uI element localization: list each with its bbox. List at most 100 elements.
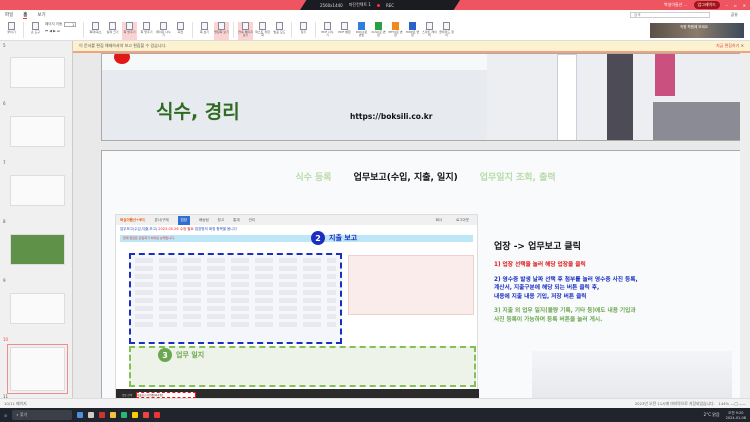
fit-width-button[interactable]: 폭 맞추기 <box>139 22 154 40</box>
pdf-split-icon <box>324 22 331 30</box>
page-thumbnail[interactable] <box>10 116 65 147</box>
heading-work-log: 업무일지 조회, 출력 <box>479 173 556 183</box>
label: 폭 맞추기 <box>140 30 153 34</box>
clock-date[interactable]: 2024-01-08 <box>726 416 746 420</box>
actual-size-button[interactable]: 실제 크기 <box>105 22 120 40</box>
tab-home[interactable]: 홈 <box>23 12 28 19</box>
app-icon[interactable] <box>99 412 106 418</box>
to-hwp-button[interactable]: HWP로 변환 <box>405 22 420 40</box>
slide-url: https://boksili.co.kr <box>350 112 433 121</box>
page-number: 8 <box>3 219 6 224</box>
step-1: 1) 업장 선택을 눌러 해당 업장을 클릭 <box>494 262 586 268</box>
page-input[interactable]: 1 <box>64 22 77 27</box>
app-screenshot: 복실이들산+푸드 본사/구매 업장 배송팀 창고 통계 관리 회사 로그아웃 업무… <box>115 214 479 399</box>
smart-layer-button[interactable]: 스마트 레이어 <box>422 22 437 40</box>
rotate-button[interactable]: 회전 <box>173 22 188 40</box>
rec-label[interactable]: REC <box>386 3 394 8</box>
slide-headings: 식수 등록 업무보고(수입, 지출, 일지) 업무일지 조회, 출력 <box>102 170 747 183</box>
continuous-view-button[interactable]: 연속 페이지 보기 <box>238 22 253 40</box>
search-input[interactable]: 검색 <box>630 12 710 18</box>
page-thumbnail[interactable] <box>10 234 65 265</box>
nav-item: 통계 <box>233 217 240 222</box>
zoom-slider[interactable]: —◯—— <box>730 401 746 406</box>
tab-view[interactable]: 보기 <box>37 12 45 18</box>
step-2: 2) 영수증 발생 날짜 선택 후 첨부를 눌러 영수증 사진 등록, 계산서,… <box>494 276 638 300</box>
page-thumbnail[interactable] <box>10 293 65 324</box>
folder-icon[interactable] <box>110 412 117 418</box>
resolution-label: 2560x1440 <box>320 2 343 8</box>
find-button[interactable]: 찾기 <box>296 22 311 40</box>
tab-file[interactable]: 파일 <box>5 12 13 18</box>
save-status: 2023년 오전 11시에 마지막으로 저장되었습니다. <box>634 400 715 406</box>
search-icon <box>300 22 307 30</box>
weather[interactable]: 2°C 맑음 <box>704 412 720 418</box>
share-button[interactable]: 공유 <box>731 12 738 18</box>
maximize-icon[interactable]: ▫ <box>734 3 737 8</box>
to-docx-button[interactable]: DOCX로 변환 <box>354 22 369 40</box>
pdf-app-icon[interactable] <box>154 412 161 418</box>
staff-illustration <box>532 351 732 399</box>
app-icon-active[interactable] <box>132 412 139 418</box>
notice-bar: 이 문서를 편집 해제하셔야 보고 편집할 수 있습니다. 지금 편집하기 ✕ <box>73 41 750 53</box>
fit-page-button[interactable]: 쪽 맞추기 <box>122 22 137 40</box>
label: 페이지 나누기 <box>156 30 171 38</box>
split-page-button[interactable]: 페이지 나누기 <box>156 22 171 40</box>
label: 쪽 보기 <box>199 30 210 34</box>
text-fit-button[interactable]: 텍스트 적합화 <box>255 22 270 40</box>
taskbar-search[interactable]: ⌕ 찾기 <box>12 410 73 420</box>
chrome-icon[interactable] <box>143 412 150 418</box>
presentation-button[interactable]: 발표 모드 <box>272 22 287 40</box>
divider <box>192 22 193 38</box>
page-arrows[interactable]: ⏮ ◀ ▶ ⏭ <box>45 29 79 33</box>
pdf-merge-button[interactable]: PDF 병합 <box>337 22 352 40</box>
label: PDF 병합 <box>338 30 351 34</box>
edge-icon[interactable] <box>77 412 84 418</box>
divider <box>291 22 292 38</box>
upgrade-button[interactable]: 업그레이드 <box>693 1 720 9</box>
divider <box>83 22 84 38</box>
pdf-split-button[interactable]: PDF 나누기 <box>320 22 335 40</box>
heading-meal-count: 식수 등록 <box>295 173 332 183</box>
callout-worklog: 3 업무 일지 <box>158 348 204 362</box>
bottom-label: 업장 선택 <box>122 394 132 397</box>
zoom-button[interactable]: 확대/축소 <box>88 22 103 40</box>
page-thumbnail[interactable] <box>10 57 65 88</box>
windows-start-icon[interactable]: ⊞ <box>4 413 7 418</box>
illus-person <box>557 54 577 140</box>
to-xlsx-button[interactable]: XLSX로 변환 <box>371 22 386 40</box>
close-icon[interactable]: ✕ <box>743 3 746 8</box>
minimize-icon[interactable]: – <box>726 3 728 8</box>
single-page-button[interactable]: 쪽 보기 <box>197 22 212 40</box>
notice-text: 이 문서를 편집 해제하셔야 보고 편집할 수 있습니다. <box>79 43 167 48</box>
app-title: 업무보고(수입,지출,보고) 2023-05-26 수정 필요 업장명의 확정 … <box>116 225 477 234</box>
recorder-bar: 2560x1440 마진컨텍트 1 REC <box>300 0 460 10</box>
app-icon[interactable] <box>88 412 95 418</box>
xlsx-icon <box>375 22 382 30</box>
excel-icon[interactable] <box>121 412 128 418</box>
hand-tool-button[interactable]: 손 도구 <box>28 22 43 40</box>
label: 확대/축소 <box>89 30 102 34</box>
illus-person <box>655 54 675 96</box>
vertical-scrollbar[interactable] <box>740 53 750 398</box>
zoom-level[interactable]: 144% <box>718 401 729 406</box>
cloud-button[interactable]: 클라우드 정리 <box>439 22 454 40</box>
docx-icon <box>358 22 365 30</box>
taskbar: ⊞ ⌕ 찾기 2°C 맑음 오전 9:20 2024-01-08 <box>0 408 750 422</box>
page-thumbnail[interactable] <box>10 175 65 206</box>
ad-banner[interactable]: 직원 학원에 모세요 <box>650 23 744 38</box>
app-title-note: 2023-05-26 수정 필요 <box>158 227 194 231</box>
close-icon[interactable]: ✕ <box>741 43 744 48</box>
paste-button[interactable]: 붙이기 <box>4 22 19 40</box>
label: PDF 나누기 <box>321 30 334 38</box>
spread-view-button[interactable]: 펼침쪽 보기 <box>214 22 229 40</box>
user-menu[interactable]: 복실이들산 ... <box>664 2 688 8</box>
page-thumbnail-selected[interactable] <box>7 344 68 394</box>
pptx-icon <box>392 22 399 30</box>
form-row <box>135 314 336 319</box>
edit-now-link[interactable]: 지금 편집하기 <box>716 43 739 48</box>
page-icon <box>201 22 208 30</box>
to-pptx-button[interactable]: PPTX로 변환 <box>388 22 403 40</box>
thumbnail-panel: 5 6 7 8 9 10 11 <box>0 41 73 399</box>
hand-icon <box>32 22 39 30</box>
label: 펼침쪽 보기 <box>214 30 229 34</box>
